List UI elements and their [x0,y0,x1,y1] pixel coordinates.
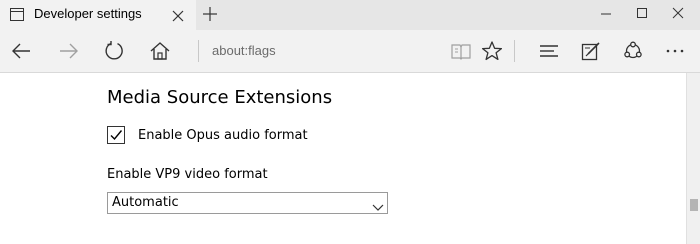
chevron-down-icon [372,199,384,211]
flags-page: Media Source Extensions Enable Opus audi… [0,73,686,244]
back-arrow-icon[interactable] [10,40,32,62]
tab-title: Developer settings [34,6,142,21]
web-note-icon[interactable] [580,40,602,62]
vp9-select-value: Automatic [112,195,179,210]
forward-arrow-icon[interactable] [58,40,80,62]
new-tab-icon[interactable] [202,6,218,22]
share-icon[interactable] [622,40,644,62]
refresh-icon[interactable] [103,40,125,62]
opus-checkbox-label[interactable]: Enable Opus audio format [138,128,308,143]
address-bar[interactable]: about:flags [212,43,276,58]
scrollbar-thumb[interactable] [690,199,698,211]
navigation-bar: about:flags [0,30,700,73]
minimize-icon[interactable] [596,5,616,23]
close-icon[interactable] [668,5,688,23]
tab-developer-settings[interactable]: Developer settings [0,0,196,30]
vp9-label: Enable VP9 video format [107,167,268,182]
vertical-scrollbar[interactable] [686,73,700,244]
home-icon[interactable] [149,40,171,62]
tab-close-icon[interactable] [172,9,184,22]
toolbar-divider [514,40,515,62]
opus-checkbox[interactable] [107,126,125,144]
maximize-icon[interactable] [632,5,652,23]
hub-icon[interactable] [538,40,560,62]
checkmark-icon [110,130,123,141]
reading-view-icon[interactable] [450,40,472,62]
section-title: Media Source Extensions [107,87,333,108]
toolbar-divider [198,40,199,62]
more-options-icon[interactable] [664,40,686,62]
vp9-select[interactable]: Automatic [107,192,388,214]
page-icon [10,8,24,21]
favorite-star-icon[interactable] [481,40,503,62]
title-bar: Developer settings [0,0,700,30]
